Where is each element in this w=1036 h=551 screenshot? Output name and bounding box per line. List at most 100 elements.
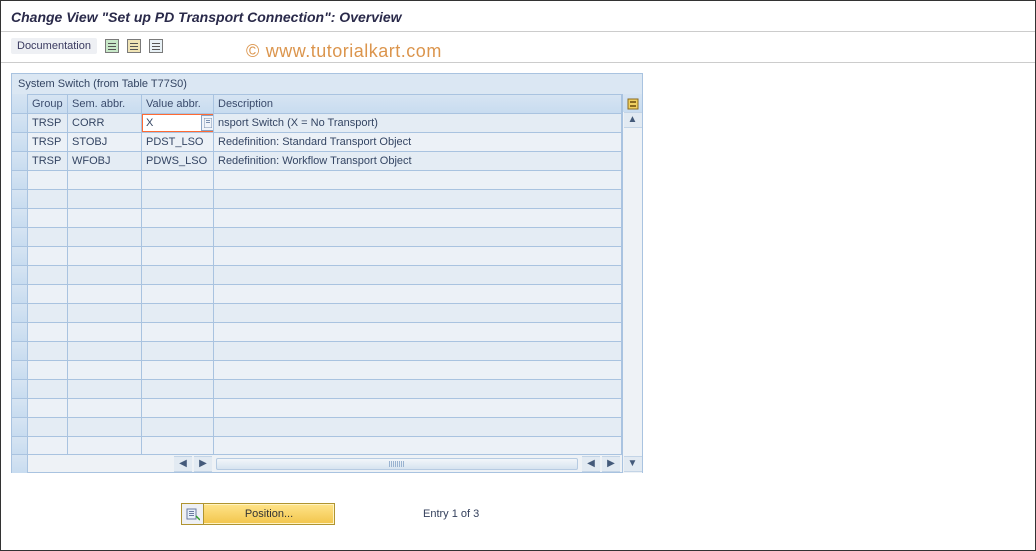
cell-sem-abbr[interactable] bbox=[68, 380, 142, 399]
cell-description[interactable] bbox=[214, 228, 622, 247]
column-header-description[interactable]: Description bbox=[214, 94, 622, 114]
cell-sem-abbr[interactable] bbox=[68, 342, 142, 361]
cell-sem-abbr[interactable] bbox=[68, 171, 142, 190]
cell-value-abbr[interactable] bbox=[142, 190, 214, 209]
cell-value-abbr[interactable] bbox=[142, 380, 214, 399]
cell-value-abbr[interactable]: PDST_LSO bbox=[142, 133, 214, 152]
position-button[interactable]: Position... bbox=[181, 503, 335, 525]
row-selector[interactable] bbox=[12, 437, 28, 454]
row-selector[interactable] bbox=[12, 285, 28, 304]
cell-group[interactable]: TRSP bbox=[28, 152, 68, 171]
row-selector[interactable] bbox=[12, 399, 28, 418]
cell-group[interactable]: TRSP bbox=[28, 133, 68, 152]
scroll-cols-scroll[interactable]: ◀ ▶ bbox=[214, 456, 622, 472]
cell-value-abbr[interactable] bbox=[142, 266, 214, 285]
cell-description[interactable] bbox=[214, 171, 622, 190]
cell-sem-abbr[interactable]: STOBJ bbox=[68, 133, 142, 152]
horizontal-scrollbar[interactable]: ◀ ▶ ◀ ▶ bbox=[12, 454, 642, 472]
row-selector[interactable] bbox=[12, 133, 28, 152]
cell-description[interactable]: Redefinition: Standard Transport Object bbox=[214, 133, 622, 152]
cell-sem-abbr[interactable] bbox=[68, 437, 142, 454]
cell-value-abbr[interactable] bbox=[142, 342, 214, 361]
cell-description[interactable] bbox=[214, 209, 622, 228]
cell-sem-abbr[interactable]: CORR bbox=[68, 114, 142, 133]
row-selector[interactable] bbox=[12, 304, 28, 323]
row-selector-header[interactable] bbox=[12, 94, 28, 114]
cell-description[interactable] bbox=[214, 437, 622, 454]
column-header-value-abbr[interactable]: Value abbr. bbox=[142, 94, 214, 114]
cell-group[interactable] bbox=[28, 285, 68, 304]
cell-value-abbr[interactable] bbox=[142, 361, 214, 380]
cell-group[interactable] bbox=[28, 190, 68, 209]
cell-group[interactable] bbox=[28, 304, 68, 323]
cell-value-abbr[interactable] bbox=[142, 171, 214, 190]
row-selector[interactable] bbox=[12, 418, 28, 437]
cell-description[interactable] bbox=[214, 361, 622, 380]
scroll-right-icon[interactable]: ▶ bbox=[602, 456, 620, 472]
row-selector[interactable] bbox=[12, 152, 28, 171]
cell-description[interactable] bbox=[214, 418, 622, 437]
documentation-button[interactable]: Documentation bbox=[11, 38, 97, 54]
cell-value-abbr[interactable] bbox=[142, 323, 214, 342]
scrollbar-thumb[interactable] bbox=[216, 458, 578, 470]
cell-value-abbr[interactable]: X bbox=[142, 114, 214, 133]
cell-value-abbr[interactable] bbox=[142, 304, 214, 323]
cell-description[interactable] bbox=[214, 342, 622, 361]
row-selector[interactable] bbox=[12, 361, 28, 380]
cell-sem-abbr[interactable]: WFOBJ bbox=[68, 152, 142, 171]
row-selector[interactable] bbox=[12, 209, 28, 228]
cell-value-abbr[interactable] bbox=[142, 247, 214, 266]
row-selector[interactable] bbox=[12, 171, 28, 190]
display-change-icon[interactable] bbox=[105, 39, 119, 53]
cell-group[interactable] bbox=[28, 437, 68, 454]
cell-description[interactable] bbox=[214, 190, 622, 209]
cell-value-abbr[interactable] bbox=[142, 209, 214, 228]
cell-sem-abbr[interactable] bbox=[68, 228, 142, 247]
table-settings-icon[interactable] bbox=[622, 94, 642, 114]
cell-sem-abbr[interactable] bbox=[68, 399, 142, 418]
cell-group[interactable] bbox=[28, 209, 68, 228]
deselect-all-icon[interactable] bbox=[149, 39, 163, 53]
cell-group[interactable] bbox=[28, 266, 68, 285]
cell-sem-abbr[interactable] bbox=[68, 323, 142, 342]
cell-description[interactable] bbox=[214, 266, 622, 285]
row-selector[interactable] bbox=[12, 342, 28, 361]
cell-group[interactable] bbox=[28, 323, 68, 342]
cell-value-abbr[interactable] bbox=[142, 228, 214, 247]
row-selector[interactable] bbox=[12, 114, 28, 133]
scroll-left-icon[interactable]: ◀ bbox=[174, 456, 192, 472]
cell-group[interactable] bbox=[28, 399, 68, 418]
cell-value-abbr[interactable]: PDWS_LSO bbox=[142, 152, 214, 171]
row-selector[interactable] bbox=[12, 380, 28, 399]
scroll-left-icon[interactable]: ◀ bbox=[582, 456, 600, 472]
column-header-group[interactable]: Group bbox=[28, 94, 68, 114]
cell-group[interactable] bbox=[28, 361, 68, 380]
cell-description[interactable] bbox=[214, 304, 622, 323]
cell-description[interactable] bbox=[214, 380, 622, 399]
cell-description[interactable] bbox=[214, 399, 622, 418]
row-selector[interactable] bbox=[12, 247, 28, 266]
cell-value-abbr[interactable] bbox=[142, 418, 214, 437]
cell-description[interactable] bbox=[214, 285, 622, 304]
row-selector[interactable] bbox=[12, 190, 28, 209]
cell-description[interactable]: nsport Switch (X = No Transport) bbox=[214, 114, 622, 133]
scroll-down-icon[interactable]: ▼ bbox=[624, 456, 642, 472]
row-selector[interactable] bbox=[12, 323, 28, 342]
vertical-scrollbar[interactable]: ▲ ▼ bbox=[622, 112, 642, 472]
cell-sem-abbr[interactable] bbox=[68, 418, 142, 437]
cell-group[interactable] bbox=[28, 171, 68, 190]
cell-group[interactable]: TRSP bbox=[28, 114, 68, 133]
f4-help-icon[interactable] bbox=[201, 115, 214, 131]
cell-sem-abbr[interactable] bbox=[68, 285, 142, 304]
cell-group[interactable] bbox=[28, 418, 68, 437]
cell-group[interactable] bbox=[28, 228, 68, 247]
cell-sem-abbr[interactable] bbox=[68, 247, 142, 266]
cell-value-abbr[interactable] bbox=[142, 437, 214, 454]
select-all-icon[interactable] bbox=[127, 39, 141, 53]
cell-sem-abbr[interactable] bbox=[68, 266, 142, 285]
scroll-right-icon[interactable]: ▶ bbox=[194, 456, 212, 472]
row-selector[interactable] bbox=[12, 266, 28, 285]
cell-description[interactable] bbox=[214, 323, 622, 342]
scroll-up-icon[interactable]: ▲ bbox=[624, 112, 642, 128]
cell-value-abbr[interactable] bbox=[142, 285, 214, 304]
